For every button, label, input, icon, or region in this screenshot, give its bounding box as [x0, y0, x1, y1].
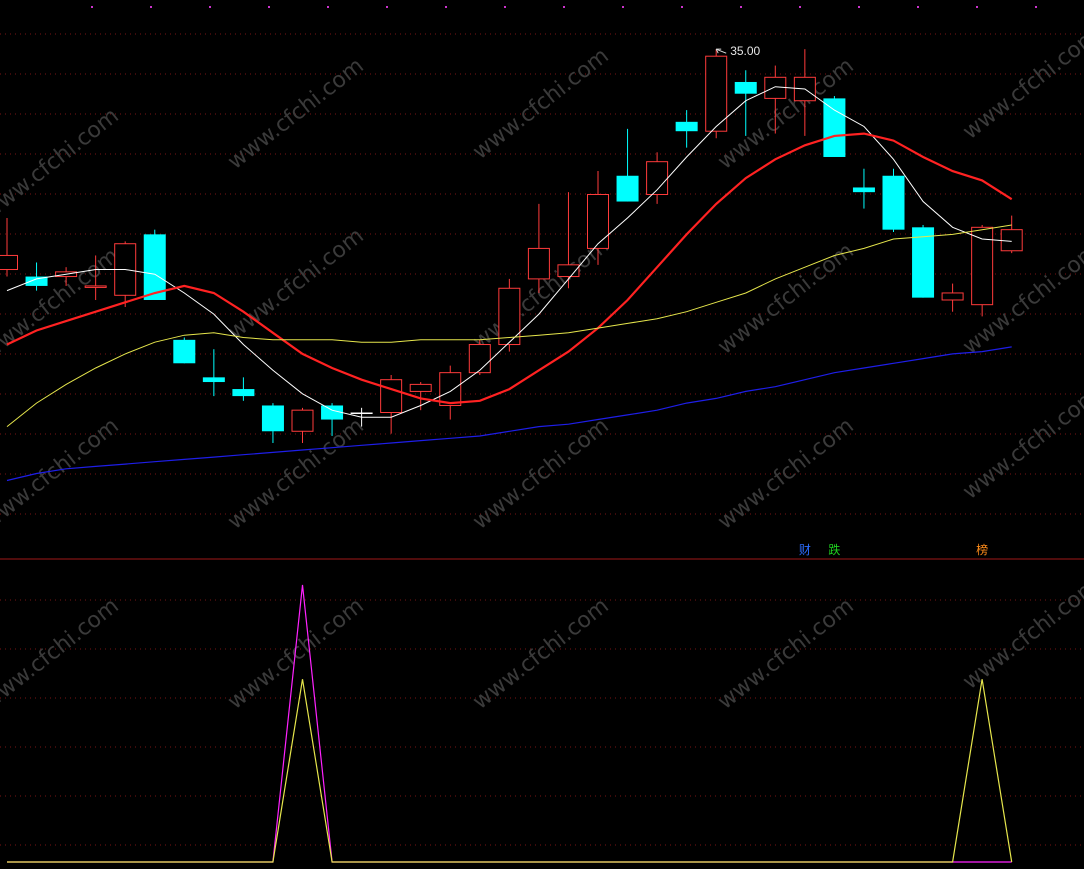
top-marker	[504, 6, 506, 8]
candle-body	[439, 372, 462, 406]
candle-body	[0, 254, 18, 271]
watermark-text: www.cfchi.com	[0, 243, 124, 364]
top-marker	[209, 6, 211, 8]
event-tag[interactable]: 财	[799, 543, 811, 557]
candle-body	[84, 285, 107, 288]
watermark-text: www.cfchi.com	[468, 43, 613, 164]
moving-average-line-4	[6, 346, 1012, 482]
candle-body	[616, 175, 639, 202]
top-marker	[858, 6, 860, 8]
top-marker	[622, 6, 624, 8]
candle-body	[468, 344, 491, 374]
candle-body	[202, 377, 225, 383]
candle-body	[232, 389, 255, 397]
top-marker	[740, 6, 742, 8]
top-marker	[917, 6, 919, 8]
top-marker	[681, 6, 683, 8]
chart-canvas: www.cfchi.com www.cfchi.com www.cfchi.com w…	[0, 0, 1084, 869]
top-marker	[150, 6, 152, 8]
candle-body	[882, 175, 905, 230]
candle-body	[409, 383, 432, 392]
event-tag[interactable]: 榜	[976, 543, 988, 557]
candle-body	[941, 292, 964, 301]
top-marker	[327, 6, 329, 8]
candle-body	[734, 81, 757, 94]
top-marker	[1035, 6, 1037, 8]
top-marker	[445, 6, 447, 8]
candle-body	[1000, 229, 1023, 252]
candle-body	[173, 339, 196, 364]
watermark-text: www.cfchi.com	[468, 593, 613, 714]
top-marker	[976, 6, 978, 8]
watermark-text: www.cfchi.com	[713, 238, 858, 359]
watermark-text: www.cfchi.com	[958, 573, 1084, 694]
watermark-text: www.cfchi.com	[223, 223, 368, 344]
candle-body	[527, 247, 550, 280]
watermark-text: www.cfchi.com	[0, 103, 124, 224]
candle-body	[764, 76, 787, 99]
indicator-line-1	[7, 584, 1012, 863]
indicator-line-2	[7, 679, 1013, 863]
high-price-label: 35.00	[730, 44, 760, 58]
watermark-text: www.cfchi.com	[713, 593, 858, 714]
watermark-text: www.cfchi.com	[958, 23, 1084, 144]
top-marker	[799, 6, 801, 8]
top-marker	[91, 6, 93, 8]
candle-body	[261, 405, 284, 432]
candle-body	[350, 412, 373, 415]
watermark-text: www.cfchi.com	[0, 593, 124, 714]
watermark-text: www.cfchi.com	[223, 593, 368, 714]
candle-body	[675, 121, 698, 132]
candle-body	[852, 187, 875, 193]
chart-svg: www.cfchi.com www.cfchi.com www.cfchi.com w…	[0, 6, 1084, 863]
top-marker	[268, 6, 270, 8]
top-marker	[563, 6, 565, 8]
candle-body	[380, 379, 403, 414]
candle-body	[498, 287, 521, 346]
top-marker	[386, 6, 388, 8]
candle-body	[912, 227, 935, 298]
candle-body	[587, 194, 609, 249]
candle-body	[823, 98, 846, 157]
event-tag[interactable]: 跌	[828, 543, 840, 557]
watermark-text: www.cfchi.com	[958, 383, 1084, 504]
candle-body	[291, 409, 314, 432]
